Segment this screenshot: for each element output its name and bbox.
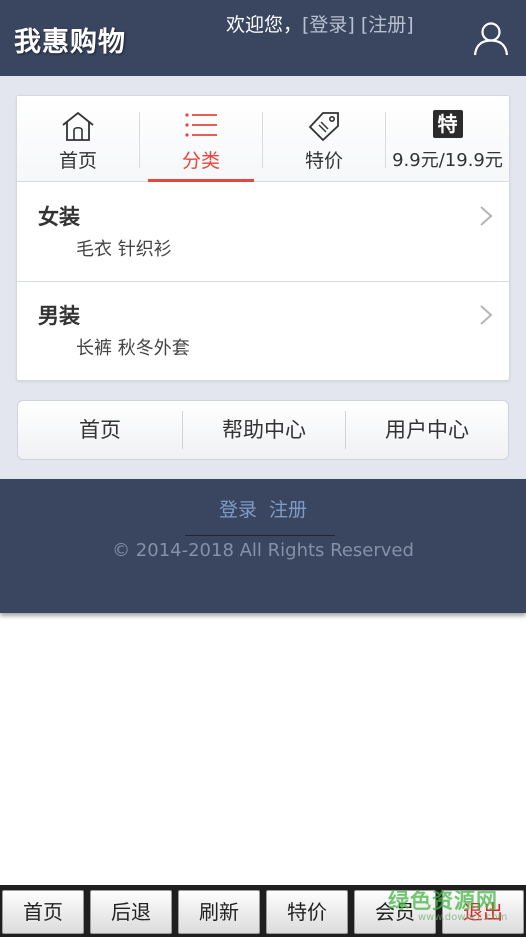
toolbar-home-button[interactable]: 首页 [2, 890, 84, 934]
welcome-text: 欢迎您， [226, 14, 303, 36]
bottom-toolbar: 首页 后退 刷新 特价 会员 退出 [0, 885, 526, 937]
toolbar-special-button[interactable]: 特价 [266, 890, 348, 934]
toolbar-back-button[interactable]: 后退 [90, 890, 172, 934]
page-footer: 登录 注册 © 2014-2018 All Rights Reserved [0, 479, 526, 613]
nav-item-category[interactable]: 分类 [140, 96, 262, 182]
toolbar-refresh-button[interactable]: 刷新 [178, 890, 260, 934]
nav-label-bargain: 9.9元/19.9元 [392, 150, 503, 171]
list-icon [185, 113, 217, 137]
nav-label-category: 分类 [181, 150, 220, 172]
link-help-center[interactable]: 帮助中心 [183, 401, 345, 459]
welcome-message: 欢迎您，[登录] [注册] [226, 10, 414, 37]
nav-item-home[interactable]: 首页 [17, 96, 139, 182]
special-badge-icon: 特 [432, 110, 463, 138]
footer-divider [185, 535, 335, 536]
toolbar-exit-button[interactable]: 退出 [442, 890, 524, 934]
category-subitems: 毛衣 针织衫 [76, 239, 172, 260]
footer-links: 登录 注册 [0, 495, 526, 522]
home-icon [62, 111, 94, 141]
nav-bar: 首页 分类 特价 特 9.9元/19.9元 [17, 96, 509, 182]
price-tag-icon [308, 112, 339, 142]
category-title: 女装 [38, 205, 80, 229]
nav-label-special: 特价 [304, 150, 343, 172]
copyright-text: © 2014-2018 All Rights Reserved [112, 540, 414, 561]
chevron-right-icon [480, 206, 493, 226]
link-home[interactable]: 首页 [18, 401, 182, 459]
category-card: 首页 分类 特价 特 9.9元/19.9元 女装 毛衣 针织衫 男装 长裤 秋冬… [16, 95, 510, 381]
chevron-right-icon [480, 305, 493, 325]
nav-item-bargain[interactable]: 特 9.9元/19.9元 [386, 96, 509, 182]
login-link[interactable]: [登录] [302, 14, 355, 36]
brand-logo: 我惠购物 [14, 27, 126, 58]
toolbar-member-button[interactable]: 会员 [354, 890, 436, 934]
category-title: 男装 [38, 304, 80, 328]
register-link[interactable]: [注册] [361, 14, 414, 36]
quick-links-bar: 首页 帮助中心 用户中心 [17, 400, 509, 460]
app-header: 我惠购物 欢迎您，[登录] [注册] [0, 0, 526, 76]
nav-label-home: 首页 [58, 150, 97, 172]
active-tab-indicator [148, 179, 254, 182]
nav-item-special[interactable]: 特价 [263, 96, 385, 182]
link-user-center[interactable]: 用户中心 [346, 401, 508, 459]
category-subitems: 长裤 秋冬外套 [76, 338, 190, 359]
footer-register-link[interactable]: 注册 [269, 499, 307, 521]
user-icon[interactable] [472, 20, 510, 56]
category-row-men[interactable]: 男装 长裤 秋冬外套 [17, 282, 509, 380]
footer-login-link[interactable]: 登录 [219, 499, 257, 521]
category-row-women[interactable]: 女装 毛衣 针织衫 [17, 183, 509, 281]
